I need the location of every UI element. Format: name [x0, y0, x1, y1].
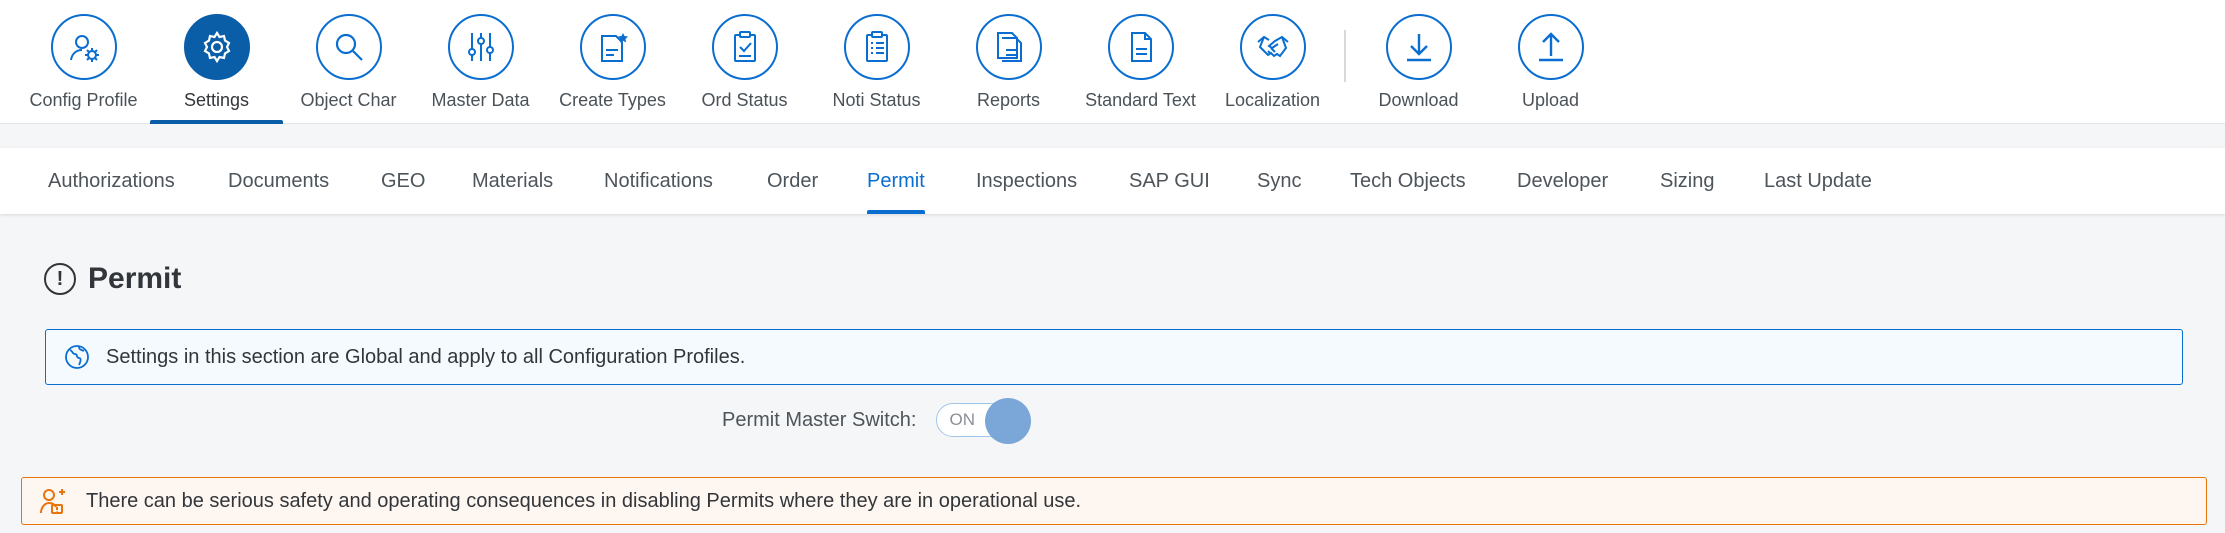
clipboard-check-icon	[733, 31, 756, 62]
active-indicator	[150, 120, 283, 124]
toolbar-label: Object Char	[300, 90, 397, 110]
tab-sync[interactable]: Sync	[1257, 148, 1301, 214]
tab-materials[interactable]: Materials	[472, 148, 553, 214]
toolbar-settings-button[interactable]: Settings	[150, 0, 283, 124]
document-text-icon	[1130, 32, 1152, 62]
toolbar-label: Noti Status	[832, 90, 921, 110]
switch-knob[interactable]	[985, 398, 1032, 444]
permit-master-switch[interactable]: ON	[936, 398, 1032, 444]
switch-state-text: ON	[949, 410, 975, 429]
toolbar-config-profile-button[interactable]: Config Profile	[17, 0, 150, 124]
sliders-icon	[467, 33, 494, 61]
document-star-icon	[600, 33, 628, 62]
toolbar-localization-button[interactable]: Localization	[1206, 0, 1339, 124]
toolbar-noti-status-button[interactable]: Noti Status	[810, 0, 943, 124]
download-icon	[1406, 34, 1431, 62]
person-alert-icon	[40, 489, 65, 514]
tab-order[interactable]: Order	[767, 148, 818, 214]
toolbar-download-button[interactable]: Download	[1352, 0, 1485, 124]
section-tab-bar: Authorizations Documents GEO Materials N…	[0, 148, 2225, 214]
toolbar-master-data-button[interactable]: Master Data	[414, 0, 547, 124]
toolbar-label: Download	[1378, 90, 1459, 110]
toolbar-upload-button[interactable]: Upload	[1484, 0, 1617, 124]
globe-icon	[65, 345, 89, 369]
tab-developer[interactable]: Developer	[1517, 148, 1608, 214]
gear-icon	[203, 30, 230, 64]
tab-geo[interactable]: GEO	[381, 148, 425, 214]
toolbar-object-char-button[interactable]: Object Char	[282, 0, 415, 124]
alert-icon: !	[44, 263, 76, 295]
toolbar-label: Upload	[1521, 90, 1580, 110]
toolbar-label: Master Data	[431, 90, 530, 110]
page-title: Permit	[88, 262, 182, 295]
section-header: ! Permit	[44, 262, 181, 296]
toolbar-label: Reports	[976, 90, 1041, 110]
toolbar-separator	[1344, 30, 1346, 82]
toolbar-label: Config Profile	[29, 90, 138, 110]
toolbar-label: Ord Status	[701, 90, 788, 110]
tab-last-update[interactable]: Last Update	[1764, 148, 1872, 214]
toolbar-label: Standard Text	[1085, 90, 1196, 110]
tab-inspections[interactable]: Inspections	[976, 148, 1077, 214]
tab-sizing[interactable]: Sizing	[1660, 148, 1714, 214]
info-message-strip: Settings in this section are Global and …	[45, 329, 2183, 385]
toolbar-standard-text-button[interactable]: Standard Text	[1074, 0, 1207, 124]
toolbar-reports-button[interactable]: Reports	[942, 0, 1075, 124]
search-icon	[335, 33, 363, 61]
info-message-text: Settings in this section are Global and …	[106, 345, 746, 368]
toolbar-label: Localization	[1224, 90, 1321, 110]
tab-documents[interactable]: Documents	[228, 148, 329, 214]
tab-tech-objects[interactable]: Tech Objects	[1350, 148, 1466, 214]
clipboard-list-icon	[865, 31, 888, 62]
tab-notifications[interactable]: Notifications	[604, 148, 713, 214]
permit-master-switch-row: Permit Master Switch: ON	[722, 398, 1032, 444]
toolbar-label: Settings	[183, 90, 250, 110]
tab-authorizations[interactable]: Authorizations	[48, 148, 175, 214]
tab-sap-gui[interactable]: SAP GUI	[1129, 148, 1210, 214]
switch-label: Permit Master Switch:	[722, 408, 917, 431]
upload-icon	[1538, 32, 1563, 62]
warning-message-strip: There can be serious safety and operatin…	[21, 477, 2207, 525]
tab-permit[interactable]: Permit	[867, 148, 925, 214]
toolbar-label: Create Types	[559, 90, 666, 110]
toolbar-create-types-button[interactable]: Create Types	[546, 0, 679, 124]
toolbar-ord-status-button[interactable]: Ord Status	[678, 0, 811, 124]
top-toolbar: Config Profile Settings Object Char Mast…	[0, 0, 2225, 124]
user-settings-icon	[69, 35, 99, 62]
handshake-icon	[1256, 35, 1289, 58]
documents-icon	[996, 32, 1022, 62]
warning-message-text: There can be serious safety and operatin…	[86, 489, 1082, 512]
